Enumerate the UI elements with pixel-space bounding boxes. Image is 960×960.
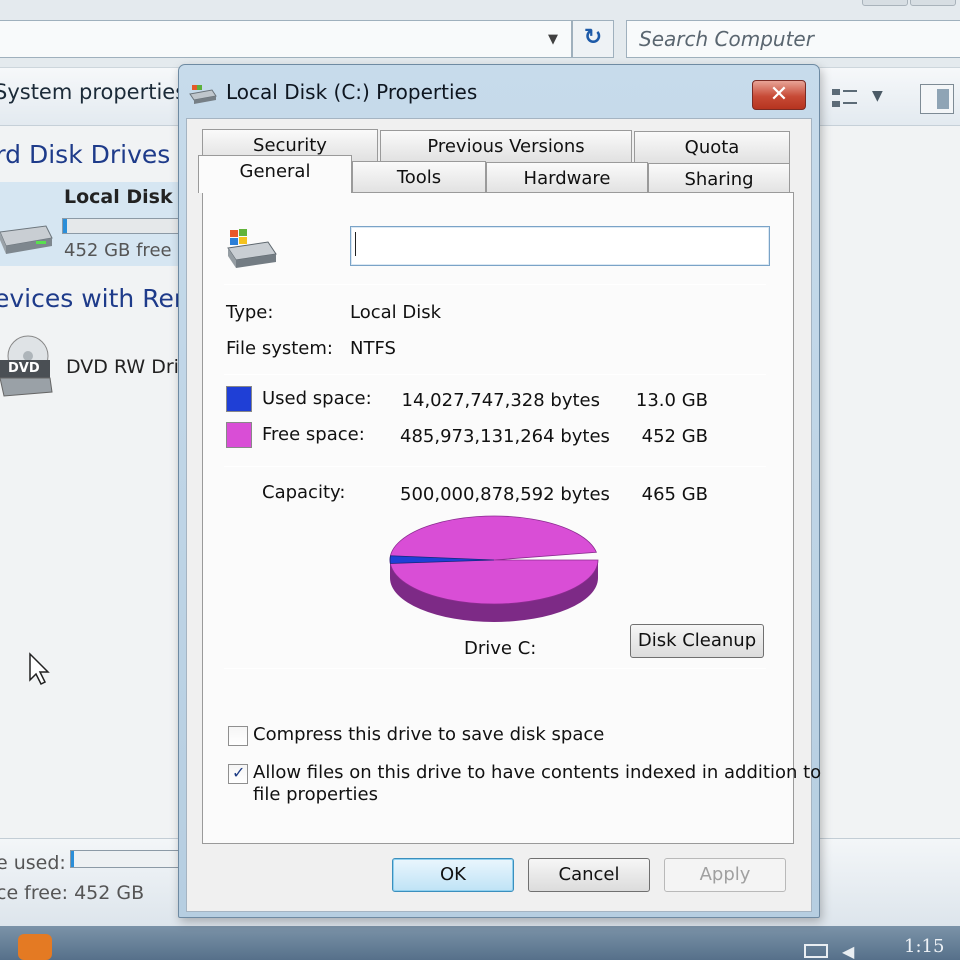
drive-free-text: 452 GB free	[64, 240, 172, 261]
index-label-line1: Allow files on this drive to have conten…	[253, 762, 822, 783]
dvd-badge: DVD	[8, 361, 40, 376]
drive-title-icon	[189, 85, 217, 104]
drive-usage-bar	[62, 218, 192, 234]
used-space-swatch	[226, 386, 252, 412]
capacity-label: Capacity:	[262, 482, 346, 503]
details-free-value: 452 GB	[74, 882, 145, 904]
index-checkbox[interactable]: ✓	[228, 763, 248, 784]
close-window-button[interactable]	[910, 0, 956, 6]
drive-label: Drive C:	[464, 638, 537, 659]
file-system-label: File system:	[226, 338, 333, 359]
used-space-label: Used space:	[262, 388, 372, 409]
disk-cleanup-button[interactable]: Disk Cleanup	[630, 624, 764, 658]
hard-drive-icon	[0, 225, 53, 254]
capacity-gb: 465 GB	[641, 484, 708, 505]
type-value: Local Disk	[350, 302, 442, 323]
taskbar-clock[interactable]: 1:15 P	[904, 936, 960, 960]
apply-button[interactable]: Apply	[664, 858, 786, 892]
cancel-button[interactable]: Cancel	[528, 858, 650, 892]
separator	[224, 374, 766, 375]
system-properties-button[interactable]: System properties	[0, 80, 186, 104]
details-free-text: ce free: 452 GB	[0, 882, 144, 904]
ok-button[interactable]: OK	[392, 858, 514, 892]
text-caret	[355, 232, 356, 256]
disk-usage-pie-chart	[389, 515, 599, 622]
refresh-icon[interactable]: ↻	[572, 20, 614, 58]
network-tray-icon[interactable]	[804, 944, 828, 958]
view-dropdown-icon[interactable]: ▼	[872, 88, 883, 104]
used-space-gb: 13.0 GB	[635, 390, 708, 411]
tab-general[interactable]: General	[198, 155, 352, 193]
drive-name-field[interactable]	[350, 226, 770, 266]
dialog-title: Local Disk (C:) Properties	[226, 80, 478, 104]
search-input[interactable]: Search Computer	[626, 20, 960, 58]
address-dropdown-icon[interactable]: ▼	[543, 30, 563, 50]
mouse-cursor-icon	[29, 652, 50, 686]
maximize-button[interactable]	[862, 0, 908, 6]
window-controls	[860, 0, 960, 8]
type-label: Type:	[226, 302, 274, 323]
index-label-line2: file properties	[253, 784, 378, 805]
free-space-gb: 452 GB	[641, 426, 708, 447]
dvd-drive-name[interactable]: DVD RW Dri	[66, 356, 179, 378]
tab-tools[interactable]: Tools	[352, 161, 486, 193]
tab-previous-versions[interactable]: Previous Versions	[380, 130, 632, 162]
compress-label: Compress this drive to save disk space	[253, 724, 605, 745]
free-space-swatch	[226, 422, 252, 448]
separator	[224, 668, 766, 669]
separator	[224, 466, 766, 467]
file-system-value: NTFS	[350, 338, 396, 359]
preview-pane-icon[interactable]	[920, 84, 954, 114]
free-space-label: Free space:	[262, 424, 365, 445]
media-player-icon[interactable]	[18, 934, 52, 960]
close-button[interactable]: ✕	[752, 80, 806, 110]
tab-sharing[interactable]: Sharing	[648, 163, 790, 195]
change-view-icon[interactable]	[830, 86, 860, 112]
tab-quota[interactable]: Quota	[634, 131, 790, 163]
volume-tray-icon[interactable]: ◀	[842, 942, 864, 960]
separator	[224, 284, 766, 285]
details-used-label: e used:	[0, 852, 66, 874]
group-header-hard-disk-drives: ard Disk Drives	[0, 140, 171, 169]
compress-checkbox[interactable]	[228, 726, 248, 746]
tab-hardware[interactable]: Hardware	[486, 162, 648, 194]
details-free-label: ce free:	[0, 882, 69, 904]
address-bar[interactable]	[0, 20, 572, 58]
details-usage-bar	[70, 850, 180, 868]
free-space-bytes: 485,973,131,264 bytes	[400, 426, 610, 447]
capacity-bytes: 500,000,878,592 bytes	[400, 484, 610, 505]
used-space-bytes: 14,027,747,328 bytes	[401, 390, 600, 411]
windows-drive-icon	[227, 229, 277, 268]
group-header-removable-storage: evices with Rem	[0, 284, 199, 313]
